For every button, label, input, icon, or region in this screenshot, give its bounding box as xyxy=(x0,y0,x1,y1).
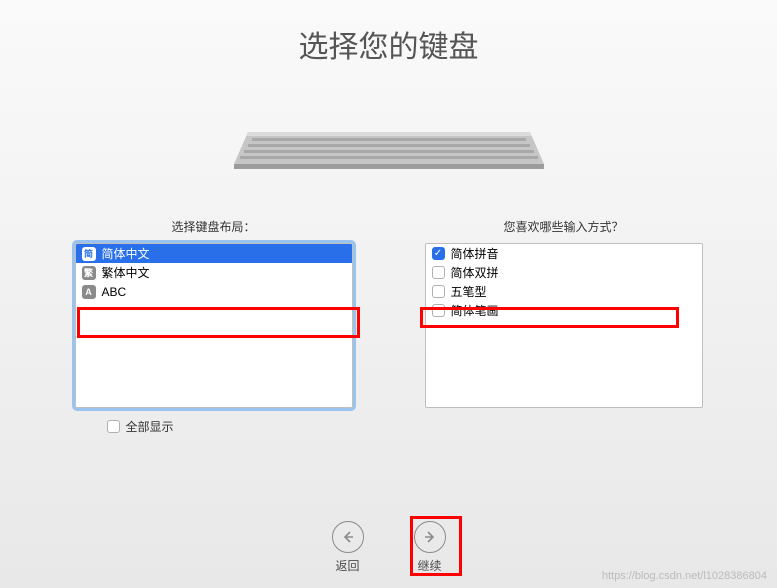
list-item-label: ABC xyxy=(102,285,127,299)
keyboard-layout-label: 选择键盘布局： xyxy=(171,218,255,235)
input-method-label: 您喜欢哪些输入方式？ xyxy=(503,218,623,235)
layout-badge-icon: 简 xyxy=(82,247,96,261)
list-item[interactable]: 简简体中文 xyxy=(76,244,352,263)
layout-badge-icon: 繁 xyxy=(82,266,96,280)
show-all-label: 全部显示 xyxy=(126,418,174,435)
page-title: 选择您的键盘 xyxy=(0,0,777,66)
keyboard-layout-section: 选择键盘布局： 简简体中文繁繁体中文AABC 全部显示 xyxy=(75,218,353,435)
list-item[interactable]: A ABC xyxy=(76,282,352,301)
input-method-section: 您喜欢哪些输入方式？ 简体拼音简体双拼五笔型简体笔画 xyxy=(425,218,703,435)
list-item-label: 简体拼音 xyxy=(451,245,499,262)
list-item[interactable]: 繁繁体中文 xyxy=(76,263,352,282)
layout-badge-icon: A xyxy=(82,285,96,299)
list-item[interactable]: 简体笔画 xyxy=(426,301,702,320)
list-item[interactable]: 五笔型 xyxy=(426,282,702,301)
input-method-list[interactable]: 简体拼音简体双拼五笔型简体笔画 xyxy=(425,243,703,408)
list-item[interactable]: 简体拼音 xyxy=(426,244,702,263)
checkbox-icon xyxy=(432,304,445,317)
list-item-label: 五笔型 xyxy=(451,283,487,300)
show-all-checkbox[interactable]: 全部显示 xyxy=(75,418,174,435)
continue-label: 继续 xyxy=(417,557,441,574)
arrow-left-icon xyxy=(332,521,364,553)
keyboard-layout-list[interactable]: 简简体中文繁繁体中文AABC xyxy=(75,243,353,408)
back-label: 返回 xyxy=(335,557,359,574)
list-item-label: 简体中文 xyxy=(102,245,150,262)
list-item-label: 繁体中文 xyxy=(102,264,150,281)
watermark: https://blog.csdn.net/l1028386804 xyxy=(602,570,767,582)
list-item-label: 简体双拼 xyxy=(451,264,499,281)
checkbox-icon xyxy=(432,247,445,260)
checkbox-icon xyxy=(107,420,120,433)
keyboard-illustration xyxy=(0,122,777,170)
continue-button[interactable]: 继续 xyxy=(414,521,446,574)
back-button[interactable]: 返回 xyxy=(332,521,364,574)
list-item[interactable]: 简体双拼 xyxy=(426,263,702,282)
list-item-label: 简体笔画 xyxy=(451,302,499,319)
checkbox-icon xyxy=(432,266,445,279)
arrow-right-icon xyxy=(414,521,446,553)
checkbox-icon xyxy=(432,285,445,298)
